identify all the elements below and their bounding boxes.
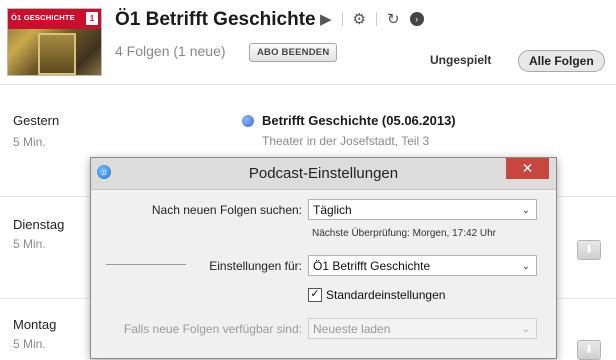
dialog-titlebar[interactable]: ♫ Podcast-Einstellungen ✕ xyxy=(91,158,556,190)
new-episodes-value: Neueste laden xyxy=(313,322,391,336)
episode-count: 4 Folgen (1 neue) xyxy=(115,43,226,59)
unsubscribe-button[interactable]: ABO BEENDEN xyxy=(249,43,338,62)
divider xyxy=(376,12,377,26)
artwork-image xyxy=(38,33,76,75)
check-interval-label: Nach neuen Folgen suchen: xyxy=(151,203,302,217)
gear-icon[interactable]: ⚙ xyxy=(353,10,366,28)
artwork-brand: Ö1 GESCHICHTE xyxy=(11,13,75,22)
settings-for-label: Einstellungen für: xyxy=(209,259,302,273)
divider xyxy=(106,264,186,265)
chevron-down-icon: ⌄ xyxy=(521,324,530,335)
play-icon[interactable]: ▶ xyxy=(320,10,332,28)
chevron-down-icon: ⌄ xyxy=(521,261,530,272)
settings-for-value: Ö1 Betrifft Geschichte xyxy=(313,259,431,273)
check-interval-value: Täglich xyxy=(313,203,352,217)
close-button[interactable]: ✕ xyxy=(506,158,549,179)
header-controls: ▶ ⚙ ↻ › xyxy=(320,10,424,28)
artwork-badge: 1 xyxy=(86,12,98,25)
chevron-down-icon: ⌄ xyxy=(521,205,530,216)
next-check-note: Nächste Überprüfung: Morgen, 17:42 Uhr xyxy=(312,228,496,239)
episode-duration: 5 Min. xyxy=(13,337,46,351)
download-icon[interactable]: ⬇ xyxy=(577,340,601,360)
divider xyxy=(341,12,343,26)
filter-all-episodes[interactable]: Alle Folgen xyxy=(518,50,605,72)
podcast-title: Ö1 Betrifft Geschichte xyxy=(115,9,316,30)
defaults-label: Standardeinstellungen xyxy=(326,288,446,302)
podcast-artwork: Ö1 GESCHICHTE 1 xyxy=(7,8,102,76)
download-icon[interactable]: ⬇ xyxy=(577,240,601,260)
refresh-icon[interactable]: ↻ xyxy=(387,10,400,28)
episode-duration: 5 Min. xyxy=(13,237,46,251)
episode-duration: 5 Min. xyxy=(13,135,46,149)
defaults-checkbox[interactable]: ✓ Standardeinstellungen xyxy=(308,288,445,302)
episode-day: Dienstag xyxy=(13,217,65,232)
check-interval-select[interactable]: Täglich ⌄ xyxy=(308,199,537,220)
episode-day: Gestern xyxy=(13,113,60,128)
new-episodes-label: Falls neue Folgen verfügbar sind: xyxy=(123,322,302,336)
chevron-right-icon[interactable]: › xyxy=(409,12,424,26)
dialog-title: Podcast-Einstellungen xyxy=(248,165,399,182)
checkbox-check-icon: ✓ xyxy=(308,288,322,302)
divider xyxy=(0,84,616,85)
episode-title[interactable]: Betrifft Geschichte (05.06.2013) xyxy=(262,113,456,128)
episode-description: Theater in der Josefstadt, Teil 3 xyxy=(262,134,430,148)
episode-day: Montag xyxy=(13,317,57,332)
new-episodes-select[interactable]: Neueste laden ⌄ xyxy=(308,318,537,339)
podcast-settings-dialog: ♫ Podcast-Einstellungen ✕ Nach neuen Fol… xyxy=(90,157,557,359)
settings-for-select[interactable]: Ö1 Betrifft Geschichte ⌄ xyxy=(308,255,537,276)
new-episode-dot-icon xyxy=(242,115,254,127)
filter-unplayed[interactable]: Ungespielt xyxy=(430,53,491,67)
